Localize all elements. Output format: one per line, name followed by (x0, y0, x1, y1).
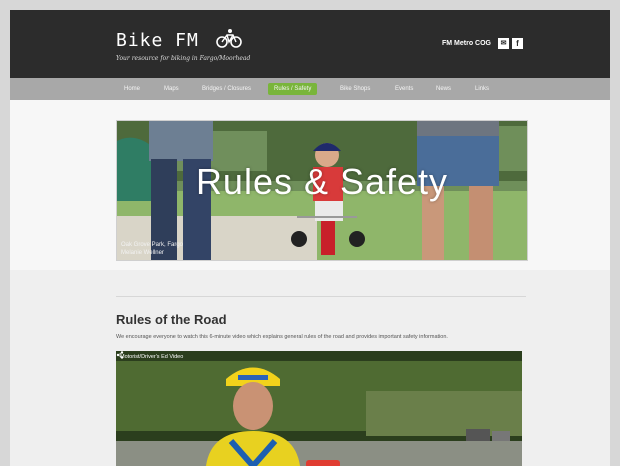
nav-item-events[interactable]: Events (389, 83, 419, 95)
nav-item-news[interactable]: News (430, 83, 457, 95)
share-icon[interactable] (116, 351, 124, 359)
hero-section: Rules & Safety Oak Grove Park, Fargo Mel… (10, 100, 610, 270)
hero-title: Rules & Safety (195, 161, 449, 202)
facebook-icon[interactable]: f (512, 38, 523, 49)
video-title: Motorist/Driver's Ed Video (120, 354, 184, 360)
section-divider (116, 296, 526, 297)
page: Bike FM Your resource for biking in Farg… (10, 10, 610, 466)
hero-caption-location: Oak Grove Park, Fargo (121, 242, 184, 248)
main-nav: Home Maps Bridges / Closures Rules / Saf… (10, 78, 610, 100)
nav-item-rules-safety[interactable]: Rules / Safety (268, 83, 318, 95)
play-button[interactable] (306, 460, 340, 466)
org-link[interactable]: FM Metro COG (442, 40, 491, 47)
video-player[interactable]: Motorist/Driver's Ed Video (116, 351, 522, 466)
nav-item-links[interactable]: Links (469, 83, 495, 95)
site-header: Bike FM Your resource for biking in Farg… (10, 10, 610, 78)
section-title: Rules of the Road (116, 312, 227, 327)
site-tagline: Your resource for biking in Fargo/Moorhe… (116, 55, 251, 62)
hero-banner: Rules & Safety Oak Grove Park, Fargo Mel… (116, 120, 528, 261)
nav-item-home[interactable]: Home (118, 83, 146, 95)
nav-item-bridges[interactable]: Bridges / Closures (196, 83, 257, 95)
site-brand[interactable]: Bike FM (116, 30, 199, 51)
nav-item-maps[interactable]: Maps (158, 83, 185, 95)
bike-icon (216, 29, 242, 48)
mail-icon[interactable]: ✉ (498, 38, 509, 49)
hero-caption-credit: Melanie Wellner (121, 250, 164, 256)
hero-caption: Oak Grove Park, Fargo Melanie Wellner (121, 241, 183, 257)
video-thumbnail (116, 351, 522, 466)
nav-item-bike-shops[interactable]: Bike Shops (334, 83, 376, 95)
section-text: We encourage everyone to watch this 6-mi… (116, 334, 448, 340)
